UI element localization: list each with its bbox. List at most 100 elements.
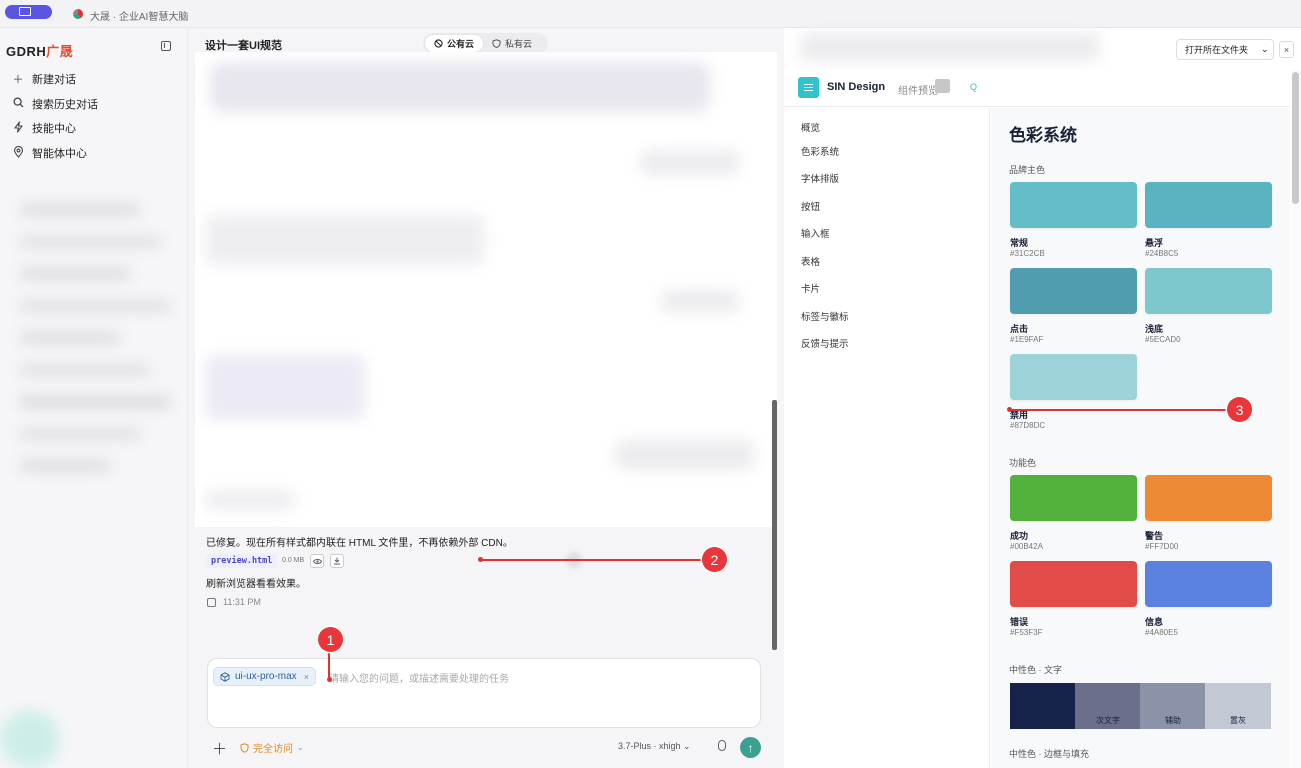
file-attachment[interactable]: preview.html xyxy=(206,554,278,568)
swatch-disabled xyxy=(1010,354,1137,400)
blurred-message xyxy=(205,355,365,420)
brand-logo: GDRH广晟 xyxy=(6,44,74,59)
swatch-name: 信息 xyxy=(1145,617,1164,627)
chevron-down-icon: ⌄ xyxy=(1261,44,1269,54)
annotation-marker-2: 2 xyxy=(702,547,727,572)
blurred-message xyxy=(210,62,710,112)
open-folder-button[interactable]: 打开所在文件夹 ⌄ xyxy=(1176,39,1274,60)
title-bar xyxy=(0,0,1301,28)
tab-label: 公有云 xyxy=(447,39,475,49)
swatch-name: 点击 xyxy=(1010,324,1029,334)
lightning-icon xyxy=(12,120,24,136)
chat-title: 设计一套UI规范 xyxy=(205,40,282,52)
swatch-error xyxy=(1010,561,1137,607)
swatch-hex: #F53F3F xyxy=(1010,628,1043,637)
swatch-name: 警告 xyxy=(1145,531,1164,541)
sidebar-item-label: 技能中心 xyxy=(32,123,76,135)
swatch-name: 错误 xyxy=(1010,617,1029,627)
collapse-sidebar-icon[interactable] xyxy=(161,41,171,51)
annotation-line xyxy=(1010,409,1228,411)
model-selector[interactable]: 3.7-Plus · xhigh ⌄ xyxy=(618,741,691,752)
tab-title[interactable]: 大晟 · 企业AI智慧大脑 xyxy=(90,8,188,23)
message-timestamp: 11:31 PM xyxy=(223,597,261,607)
tab-label: 私有云 xyxy=(505,39,533,49)
blurred-message xyxy=(205,215,485,265)
nav-item-overview[interactable]: 概览 xyxy=(801,120,820,134)
swatch-hex: #FF7D00 xyxy=(1145,542,1179,551)
blurred-message xyxy=(615,440,755,470)
nav-item-cards[interactable]: 卡片 xyxy=(801,281,820,295)
menu-icon[interactable] xyxy=(798,77,819,98)
swatch-hex: #4A80E5 xyxy=(1145,628,1178,637)
blurred-message xyxy=(205,490,295,510)
swatch-light xyxy=(1145,268,1272,314)
nav-item-tables[interactable]: 表格 xyxy=(801,254,820,268)
swatch-normal xyxy=(1010,182,1137,228)
copy-icon[interactable] xyxy=(207,598,216,607)
sidebar-item-search-history[interactable]: 搜索历史对话 xyxy=(12,95,98,113)
skill-chip-label: ui-ux-pro-max xyxy=(235,671,297,682)
eye-icon xyxy=(312,558,322,564)
bell-icon[interactable] xyxy=(935,79,950,93)
section-neutral-border: 中性色 · 边框与填充 xyxy=(1009,749,1089,759)
nav-item-feedback[interactable]: 反馈与提示 xyxy=(801,336,849,350)
assistant-message: 刷新浏览器看看效果。 xyxy=(206,579,306,590)
brand-logo-cn: 广晟 xyxy=(46,44,74,59)
search-icon[interactable]: Q xyxy=(970,82,977,92)
tab-private-cloud[interactable]: 私有云 xyxy=(483,35,541,52)
neutral-swatch-disabled: 置灰 xyxy=(1205,683,1271,729)
skill-chip[interactable]: ui-ux-pro-max × xyxy=(213,667,316,686)
annotation-dot xyxy=(1007,407,1012,412)
sidebar-item-label: 搜索历史对话 xyxy=(32,99,98,111)
swatch-info xyxy=(1145,561,1272,607)
nav-item-buttons[interactable]: 按钮 xyxy=(801,199,820,213)
swatch-hex: #1E9FAF xyxy=(1010,335,1044,344)
shield-icon xyxy=(492,39,501,48)
search-icon xyxy=(12,97,24,111)
access-mode-dropdown[interactable]: 完全访问 ⌄ xyxy=(240,740,304,755)
chevron-down-icon: ⌄ xyxy=(683,741,691,751)
nav-item-tags[interactable]: 标签与徽标 xyxy=(801,309,849,323)
neutral-swatch-auxiliary: 辅助 xyxy=(1140,683,1206,729)
section-neutral-text: 中性色 · 文字 xyxy=(1009,665,1062,675)
assistant-message: 已修复。现在所有样式都内联在 HTML 文件里，不再依赖外部 CDN。 xyxy=(206,538,513,549)
microphone-icon[interactable] xyxy=(718,740,726,751)
tab-logo-icon xyxy=(73,9,83,19)
blurred-message xyxy=(660,290,740,312)
close-preview-button[interactable]: × xyxy=(1279,41,1294,58)
sidebar-item-agents[interactable]: 智能体中心 xyxy=(12,144,87,162)
nav-item-colors[interactable]: 色彩系统 xyxy=(801,144,839,158)
blurred-history-list xyxy=(10,185,175,715)
preview-brand: SIN Design xyxy=(827,81,886,93)
swatch-hex: #87D8DC xyxy=(1010,421,1046,430)
swatch-hex: #31C2CB xyxy=(1010,249,1045,258)
cloud-toggle[interactable]: 公有云 私有云 xyxy=(423,33,548,54)
chat-scrollbar[interactable] xyxy=(772,400,777,650)
swatch-active xyxy=(1010,268,1137,314)
section-brand-colors: 品牌主色 xyxy=(1009,165,1046,175)
nav-item-inputs[interactable]: 输入框 xyxy=(801,226,830,240)
sidebar-item-skills[interactable]: 技能中心 xyxy=(12,119,76,137)
swatch-name: 成功 xyxy=(1010,531,1029,541)
preview-button[interactable] xyxy=(310,554,324,568)
swatch-name: 悬浮 xyxy=(1145,238,1164,248)
annotation-line xyxy=(328,650,330,680)
remove-chip-icon[interactable]: × xyxy=(304,672,309,682)
nav-item-typography[interactable]: 字体排版 xyxy=(801,171,839,185)
preview-scrollbar[interactable] xyxy=(1292,72,1299,204)
neutral-swatch-primary xyxy=(1010,683,1076,729)
swatch-success xyxy=(1010,475,1137,521)
add-attachment-button[interactable]: ＋ xyxy=(212,738,227,759)
chat-input-placeholder[interactable]: 请输入您的问题，或描述需要处理的任务 xyxy=(329,670,509,685)
tab-public-cloud[interactable]: 公有云 xyxy=(425,35,484,52)
blurred-corner xyxy=(0,710,60,768)
annotation-dot xyxy=(478,557,483,562)
download-icon xyxy=(334,557,340,565)
annotation-line xyxy=(481,559,703,561)
sidebar-item-new-chat[interactable]: ＋ 新建对话 xyxy=(12,70,77,88)
section-functional-colors: 功能色 xyxy=(1009,458,1037,468)
swatch-name: 常规 xyxy=(1010,238,1029,248)
send-button[interactable]: ↑ xyxy=(740,737,761,758)
download-button[interactable] xyxy=(330,554,344,568)
annotation-marker-1: 1 xyxy=(318,627,343,652)
